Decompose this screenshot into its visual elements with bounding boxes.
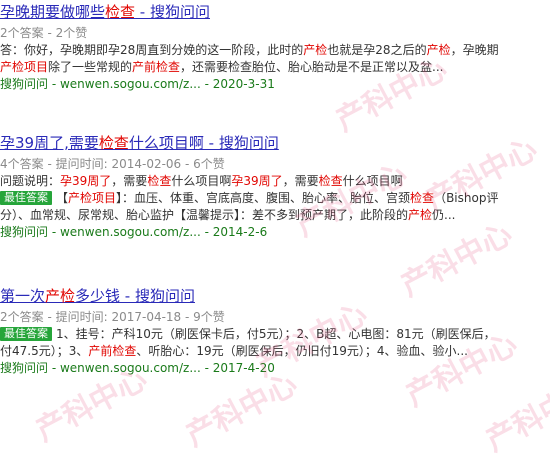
highlight-keyword: 检查: [410, 191, 435, 205]
highlight-keyword: 检查: [147, 174, 172, 188]
highlight-keyword: 产检: [303, 43, 328, 57]
highlight-keyword: 产前检查: [132, 60, 181, 74]
result-source-url: - wenwen.sogou.com/z... - 2020-3-31: [48, 77, 275, 91]
snippet-fragment: ，需要: [282, 174, 319, 188]
result-source-site: 搜狗问问: [0, 225, 49, 239]
search-result-2: 孕39周了,需要检查什么项目啊 - 搜狗问问 4个答案 - 提问时间: 2014…: [0, 134, 550, 241]
highlight-keyword: 产前检查: [88, 344, 137, 358]
snippet-text: 【产检项目】：血压、体重、宫底高度、腹围、胎心率、胎位、宫颈检查（Bishop评: [56, 191, 498, 205]
highlight-keyword: 检查: [318, 174, 343, 188]
result-source-site: 搜狗问问: [0, 361, 49, 375]
result-title-text: 第一次: [0, 287, 46, 305]
result-snippet-line-2: 产检项目除了一些常规的产前检查，还需要检查胎位、胎心胎动是不是正常以及盆...: [0, 59, 550, 76]
snippet-fragment: ，还需要检查胎位、胎心胎动是不是正常以及盆...: [180, 60, 444, 74]
question-text: 孕39周了，需要检查什么项目啊孕39周了，需要检查什么项目啊: [60, 174, 403, 188]
snippet-fragment: 分）、血常规、尿常规、胎心监护【温馨提示】：差不多到预产期了，此阶段的: [0, 208, 409, 222]
snippet-fragment: 答：你好，孕晚期即孕28周直到分娩的这一阶段，此时的: [0, 43, 304, 57]
snippet-fragment: 【: [56, 191, 69, 205]
result-meta: 2个答案 - 提问时间: 2017-04-18 - 9个赞: [0, 310, 225, 324]
highlight-keyword: 孕39周了: [231, 174, 283, 188]
snippet-text: 1、挂号：产科10元（刷医保卡后，付5元）；2、B超、心电图：81元（刷医保后，: [56, 327, 496, 341]
highlight-keyword: 产检: [426, 43, 451, 57]
result-snippet-line-2: 分）、血常规、尿常规、胎心监护【温馨提示】：差不多到预产期了，此阶段的产检仍..…: [0, 207, 550, 224]
result-source-url: - wenwen.sogou.com/z... - 2014-2-6: [48, 225, 268, 239]
snippet-fragment: 仍...: [432, 208, 456, 222]
result-title[interactable]: 孕晚期要做哪些检查 - 搜狗问问: [0, 3, 550, 25]
question-label: 问题说明：: [0, 174, 61, 188]
result-source-link[interactable]: 搜狗问问 - wenwen.sogou.com/z... - 2020-3-31: [0, 76, 550, 93]
result-title-text: 孕晚期要做哪些: [0, 3, 106, 21]
result-snippet-line-1: 最佳答案 【产检项目】：血压、体重、宫底高度、腹围、胎心率、胎位、宫颈检查（Bis…: [0, 190, 550, 207]
result-source-url: - wenwen.sogou.com/z... - 2017-4-20: [48, 361, 275, 375]
result-title-suffix: 多少钱 - 搜狗问问: [75, 287, 195, 305]
result-source-link[interactable]: 搜狗问问 - wenwen.sogou.com/z... - 2014-2-6: [0, 224, 550, 241]
result-snippet-line-1: 答：你好，孕晚期即孕28周直到分娩的这一阶段，此时的产检也就是孕28之后的产检，…: [0, 42, 550, 59]
result-question: 问题说明：孕39周了，需要检查什么项目啊孕39周了，需要检查什么项目啊: [0, 173, 550, 190]
search-result-3: 第一次产检多少钱 - 搜狗问问 2个答案 - 提问时间: 2017-04-18 …: [0, 287, 550, 377]
snippet-fragment: 】：血压、体重、宫底高度、腹围、胎心率、胎位、宫颈: [116, 191, 411, 205]
watermark: 产科中心: [480, 371, 550, 459]
snippet-fragment: 什么项目啊: [342, 174, 403, 188]
snippet-fragment: ，需要: [111, 174, 148, 188]
result-title[interactable]: 孕39周了,需要检查什么项目啊 - 搜狗问问: [0, 134, 550, 156]
result-snippet-line-2: 付47.5元）；3、产前检查、听胎心：19元（刷医保后，仍旧付19元）；4、验血…: [0, 343, 550, 360]
result-title[interactable]: 第一次产检多少钱 - 搜狗问问: [0, 287, 550, 309]
search-result-1: 孕晚期要做哪些检查 - 搜狗问问 2个答案 - 2个赞 答：你好，孕晚期即孕28…: [0, 3, 550, 93]
snippet-fragment: 也就是孕28之后的: [327, 43, 427, 57]
snippet-fragment: 除了一些常规的: [48, 60, 133, 74]
snippet-fragment: （Bishop评: [434, 191, 499, 205]
result-title-suffix: 什么项目啊 - 搜狗问问: [128, 134, 279, 152]
result-snippet-line-1: 最佳答案 1、挂号：产科10元（刷医保卡后，付5元）；2、B超、心电图：81元（刷…: [0, 326, 550, 343]
snippet-fragment: 、听胎心：19元（刷医保后，仍旧付19元）；4、验血、验小...: [136, 344, 468, 358]
result-title-highlight: 检查: [98, 134, 129, 152]
best-answer-badge: 最佳答案: [0, 327, 52, 341]
result-meta: 2个答案 - 2个赞: [0, 26, 88, 40]
result-title-suffix: - 搜狗问问: [135, 3, 210, 21]
snippet-fragment: 付47.5元）；3、: [0, 344, 89, 358]
snippet-fragment: ，孕晚期: [450, 43, 499, 57]
result-meta: 4个答案 - 提问时间: 2014-02-06 - 6个赞: [0, 157, 225, 171]
highlight-keyword: 孕39周了: [60, 174, 112, 188]
result-source-site: 搜狗问问: [0, 77, 49, 91]
highlight-keyword: 产检: [408, 208, 433, 222]
highlight-keyword: 产检项目: [0, 60, 49, 74]
snippet-fragment: 什么项目啊: [171, 174, 232, 188]
snippet-fragment: 1、挂号：产科10元（刷医保卡后，付5元）；2、B超、心电图：81元（刷医保后，: [56, 327, 496, 341]
result-title-highlight: 检查: [105, 3, 136, 21]
result-source-link[interactable]: 搜狗问问 - wenwen.sogou.com/z... - 2017-4-20: [0, 360, 550, 377]
result-title-text: 孕39周了,需要: [0, 134, 99, 152]
result-title-highlight: 产检: [45, 287, 76, 305]
best-answer-badge: 最佳答案: [0, 191, 52, 205]
highlight-keyword: 产检项目: [68, 191, 117, 205]
